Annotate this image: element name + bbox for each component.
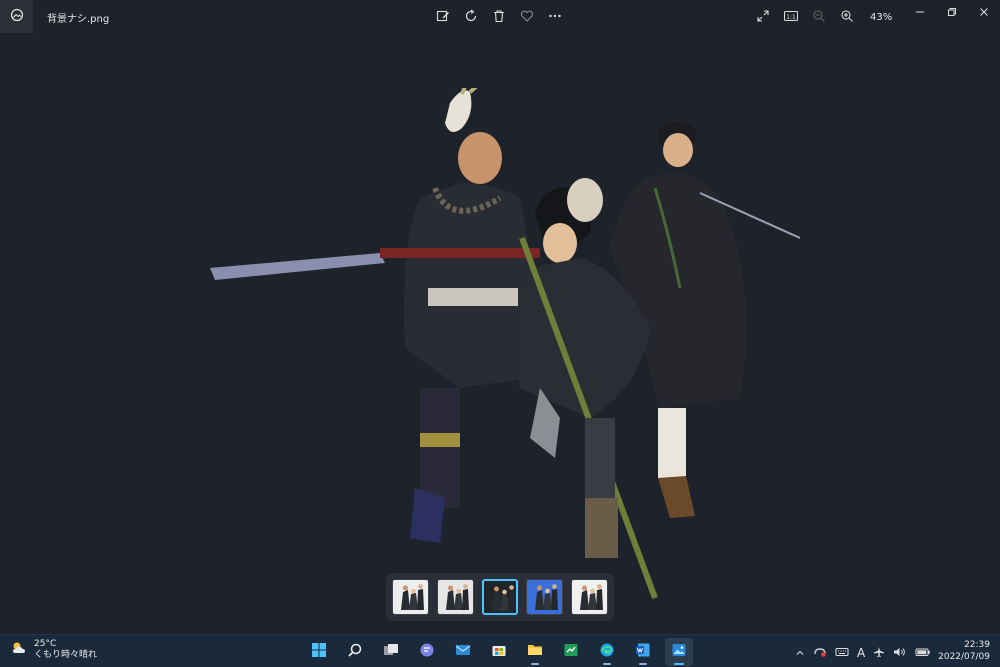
windows-start-icon xyxy=(311,642,327,662)
filmstrip-thumbnail[interactable] xyxy=(436,579,474,615)
mail-button[interactable] xyxy=(449,638,477,666)
task-view-icon xyxy=(383,642,399,662)
minimize-icon xyxy=(915,2,925,21)
favorite-heart-icon xyxy=(520,8,534,27)
mail-icon xyxy=(455,642,471,662)
filmstrip xyxy=(386,573,614,621)
running-indicator xyxy=(531,663,539,665)
fullscreen-icon xyxy=(756,8,770,27)
teams-chat-icon xyxy=(419,642,435,662)
thumbnail-image xyxy=(535,584,559,610)
taskbar-clock[interactable]: 22:39 2022/07/09 xyxy=(938,639,990,663)
keyboard-icon[interactable] xyxy=(835,643,849,662)
green-app-button[interactable] xyxy=(557,638,585,666)
filmstrip-thumbnail[interactable] xyxy=(526,579,564,615)
weather-text: 25°C くもり時々晴れ xyxy=(34,639,97,661)
green-app-icon xyxy=(563,642,579,662)
photos-icon xyxy=(671,642,687,662)
close-icon xyxy=(979,2,989,21)
restore-icon xyxy=(947,2,957,21)
delete-icon xyxy=(492,8,506,27)
running-indicator xyxy=(639,663,647,665)
airplane-mode-icon[interactable] xyxy=(873,643,885,662)
more-options-icon xyxy=(548,8,562,27)
security-icon[interactable] xyxy=(813,643,827,662)
clock-date: 2022/07/09 xyxy=(938,652,990,662)
image-canvas[interactable] xyxy=(200,78,801,608)
photos-app-icon xyxy=(10,7,24,26)
restore-button[interactable] xyxy=(936,0,968,22)
thumbnail-image xyxy=(580,584,604,610)
teams-chat-button[interactable] xyxy=(413,638,441,666)
actual-size-icon: 1:1 xyxy=(783,8,799,27)
running-indicator xyxy=(603,663,611,665)
zoom-in-icon xyxy=(840,8,854,27)
image-toolbar xyxy=(432,6,566,28)
search-icon xyxy=(347,642,363,662)
edge-icon xyxy=(599,642,615,662)
file-explorer-button[interactable] xyxy=(521,638,549,666)
filmstrip-thumbnail[interactable] xyxy=(481,579,519,615)
show-hidden-icons-chevron[interactable] xyxy=(795,643,805,662)
taskbar-apps xyxy=(305,638,693,666)
actual-size-button[interactable]: 1:1 xyxy=(780,6,802,28)
svg-text:1:1: 1:1 xyxy=(786,14,796,21)
system-tray: A xyxy=(795,643,931,662)
rotate-icon xyxy=(464,8,478,27)
zoom-out-button[interactable] xyxy=(808,6,830,28)
volume-icon[interactable] xyxy=(893,643,907,662)
delete-button[interactable] xyxy=(488,6,510,28)
active-indicator xyxy=(674,663,684,665)
weather-widget[interactable]: 25°C くもり時々晴れ xyxy=(10,639,97,661)
fullscreen-button[interactable] xyxy=(752,6,774,28)
close-button[interactable] xyxy=(968,0,1000,22)
start-button[interactable] xyxy=(305,638,333,666)
thumbnail-image xyxy=(491,585,515,611)
file-explorer-icon xyxy=(527,642,543,662)
battery-icon[interactable] xyxy=(915,643,931,662)
displayed-image xyxy=(210,78,801,600)
thumbnail-image xyxy=(445,584,469,610)
zoom-out-icon xyxy=(812,8,826,27)
zoom-in-button[interactable] xyxy=(836,6,858,28)
thumbnail-image xyxy=(401,584,424,610)
microsoft-store-button[interactable] xyxy=(485,638,513,666)
clock-time: 22:39 xyxy=(964,640,990,650)
task-view-button[interactable] xyxy=(377,638,405,666)
edit-image-icon xyxy=(436,8,450,27)
partly-cloudy-icon xyxy=(10,640,28,660)
app-menu-button[interactable] xyxy=(0,0,33,33)
edge-button[interactable] xyxy=(593,638,621,666)
weather-temp: 25°C xyxy=(34,639,57,649)
rotate-button[interactable] xyxy=(460,6,482,28)
taskbar: 25°C くもり時々晴れ A 22:39 2022/07/09 xyxy=(0,634,1000,667)
taskbar-search-button[interactable] xyxy=(341,638,369,666)
word-button[interactable] xyxy=(629,638,657,666)
view-toolbar: 1:1 43% xyxy=(752,6,892,28)
filmstrip-thumbnail[interactable] xyxy=(392,579,429,615)
edit-image-button[interactable] xyxy=(432,6,454,28)
photos-taskbar-button[interactable] xyxy=(665,638,693,666)
photos-titlebar: 背景ナシ.png 1:1 43% xyxy=(0,0,1000,33)
more-options-button[interactable] xyxy=(544,6,566,28)
word-icon xyxy=(635,642,651,662)
figure-left xyxy=(210,78,540,543)
file-name: 背景ナシ.png xyxy=(47,14,110,25)
microsoft-store-icon xyxy=(491,642,507,662)
window-controls xyxy=(904,0,1000,22)
weather-condition: くもり時々晴れ xyxy=(34,650,98,660)
favorite-button[interactable] xyxy=(516,6,538,28)
filmstrip-thumbnail[interactable] xyxy=(571,579,608,615)
zoom-level[interactable]: 43% xyxy=(870,12,892,23)
ime-icon[interactable]: A xyxy=(857,646,865,660)
minimize-button[interactable] xyxy=(904,0,936,22)
